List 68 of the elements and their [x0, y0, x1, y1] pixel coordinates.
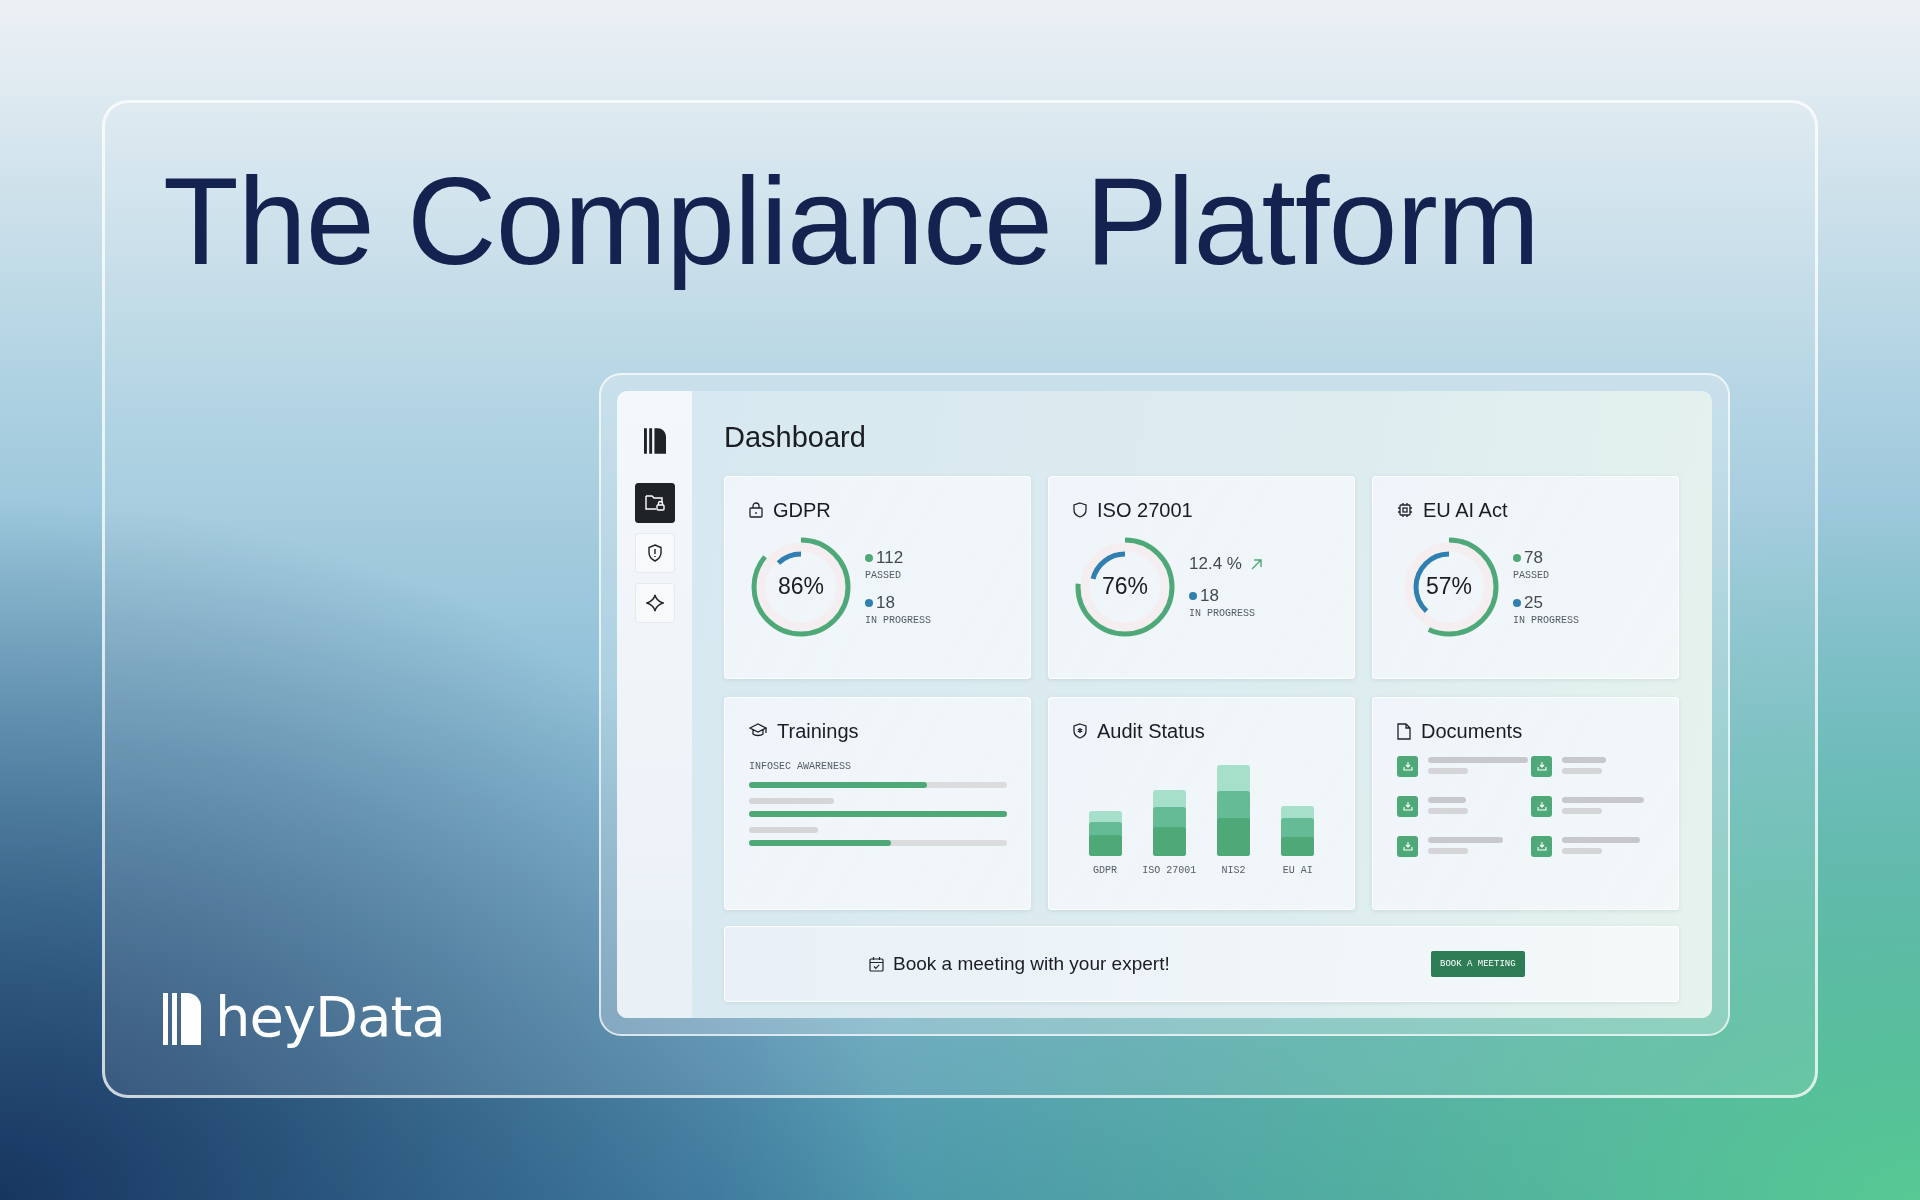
stat-value: 18: [876, 592, 895, 613]
lock-icon: [749, 502, 763, 519]
stat-label: IN PROGRESS: [865, 614, 931, 626]
banner-text: Book a meeting with your expert!: [893, 952, 1170, 975]
category-label: NIS2: [1221, 864, 1246, 876]
card-title: Trainings: [777, 719, 859, 743]
category-label: EU AI: [1282, 864, 1313, 876]
placeholder-line: [749, 826, 818, 833]
folder-lock-nav-button[interactable]: [634, 483, 675, 523]
sparkle-icon: [645, 594, 664, 612]
placeholder-line: [1428, 796, 1466, 803]
chip-icon: [1397, 502, 1413, 519]
placeholder-line: [1562, 847, 1602, 854]
stat-value: 25: [1524, 592, 1543, 613]
shield-icon: [1073, 502, 1087, 519]
logo-icon: [643, 428, 666, 454]
stat-label: PASSED: [865, 569, 902, 581]
download-icon: [1536, 761, 1547, 772]
placeholder-line: [1428, 767, 1468, 774]
stacked-bar: [1088, 810, 1122, 856]
score-percent: 76%: [1100, 574, 1149, 598]
download-button[interactable]: [1397, 755, 1418, 777]
stacked-bar: [1152, 789, 1186, 856]
card-title: EU AI Act: [1423, 498, 1508, 522]
placeholder-line: [1562, 767, 1602, 774]
shield-alert-icon: [646, 544, 663, 562]
shield-nav-button[interactable]: [634, 533, 675, 573]
download-icon: [1402, 841, 1413, 852]
card-title: GDPR: [773, 498, 831, 522]
score-percent: 86%: [776, 574, 825, 598]
stat-value: 78: [1524, 547, 1543, 568]
stat-value: 18: [1200, 586, 1219, 607]
placeholder-line: [1428, 847, 1468, 854]
file-icon: [1397, 722, 1411, 740]
shield-star-icon: [1073, 723, 1087, 740]
card-title: Documents: [1421, 719, 1523, 743]
sparkle-nav-button[interactable]: [634, 583, 675, 623]
download-icon: [1536, 841, 1547, 852]
card-title: ISO 27001: [1097, 498, 1193, 522]
logo-icon: [163, 993, 201, 1045]
download-icon: [1402, 801, 1413, 812]
stat-label: IN PROGRESS: [1189, 608, 1256, 620]
page-title: Dashboard: [724, 420, 867, 455]
download-button[interactable]: [1531, 795, 1552, 817]
calendar-check-icon: [869, 955, 884, 972]
download-button[interactable]: [1397, 835, 1418, 857]
placeholder-line: [1428, 807, 1468, 814]
placeholder-line: [1562, 807, 1602, 814]
category-label: GDPR: [1093, 864, 1118, 876]
trend-value: 12.4 %: [1189, 554, 1242, 575]
arrow-up-right-icon: [1250, 558, 1262, 570]
category-label: ISO 27001: [1142, 864, 1197, 876]
download-button[interactable]: [1531, 835, 1552, 857]
download-icon: [1402, 761, 1413, 772]
stat-value: 112: [876, 547, 904, 568]
headline: The Compliance Platform: [163, 153, 1540, 290]
download-button[interactable]: [1531, 755, 1552, 777]
stat-label: IN PROGRESS: [1513, 614, 1579, 626]
download-icon: [1536, 801, 1547, 812]
score-percent: 57%: [1424, 574, 1473, 598]
training-name: INFOSEC AWARENESS: [749, 760, 853, 772]
book-meeting-button[interactable]: BOOK A MEETING: [1431, 950, 1525, 977]
stacked-bar: [1281, 805, 1315, 856]
placeholder-line: [1562, 756, 1606, 763]
folder-lock-icon: [644, 494, 665, 512]
card-title: Audit Status: [1097, 719, 1205, 743]
download-button[interactable]: [1397, 795, 1418, 817]
stat-label: PASSED: [1513, 569, 1550, 581]
